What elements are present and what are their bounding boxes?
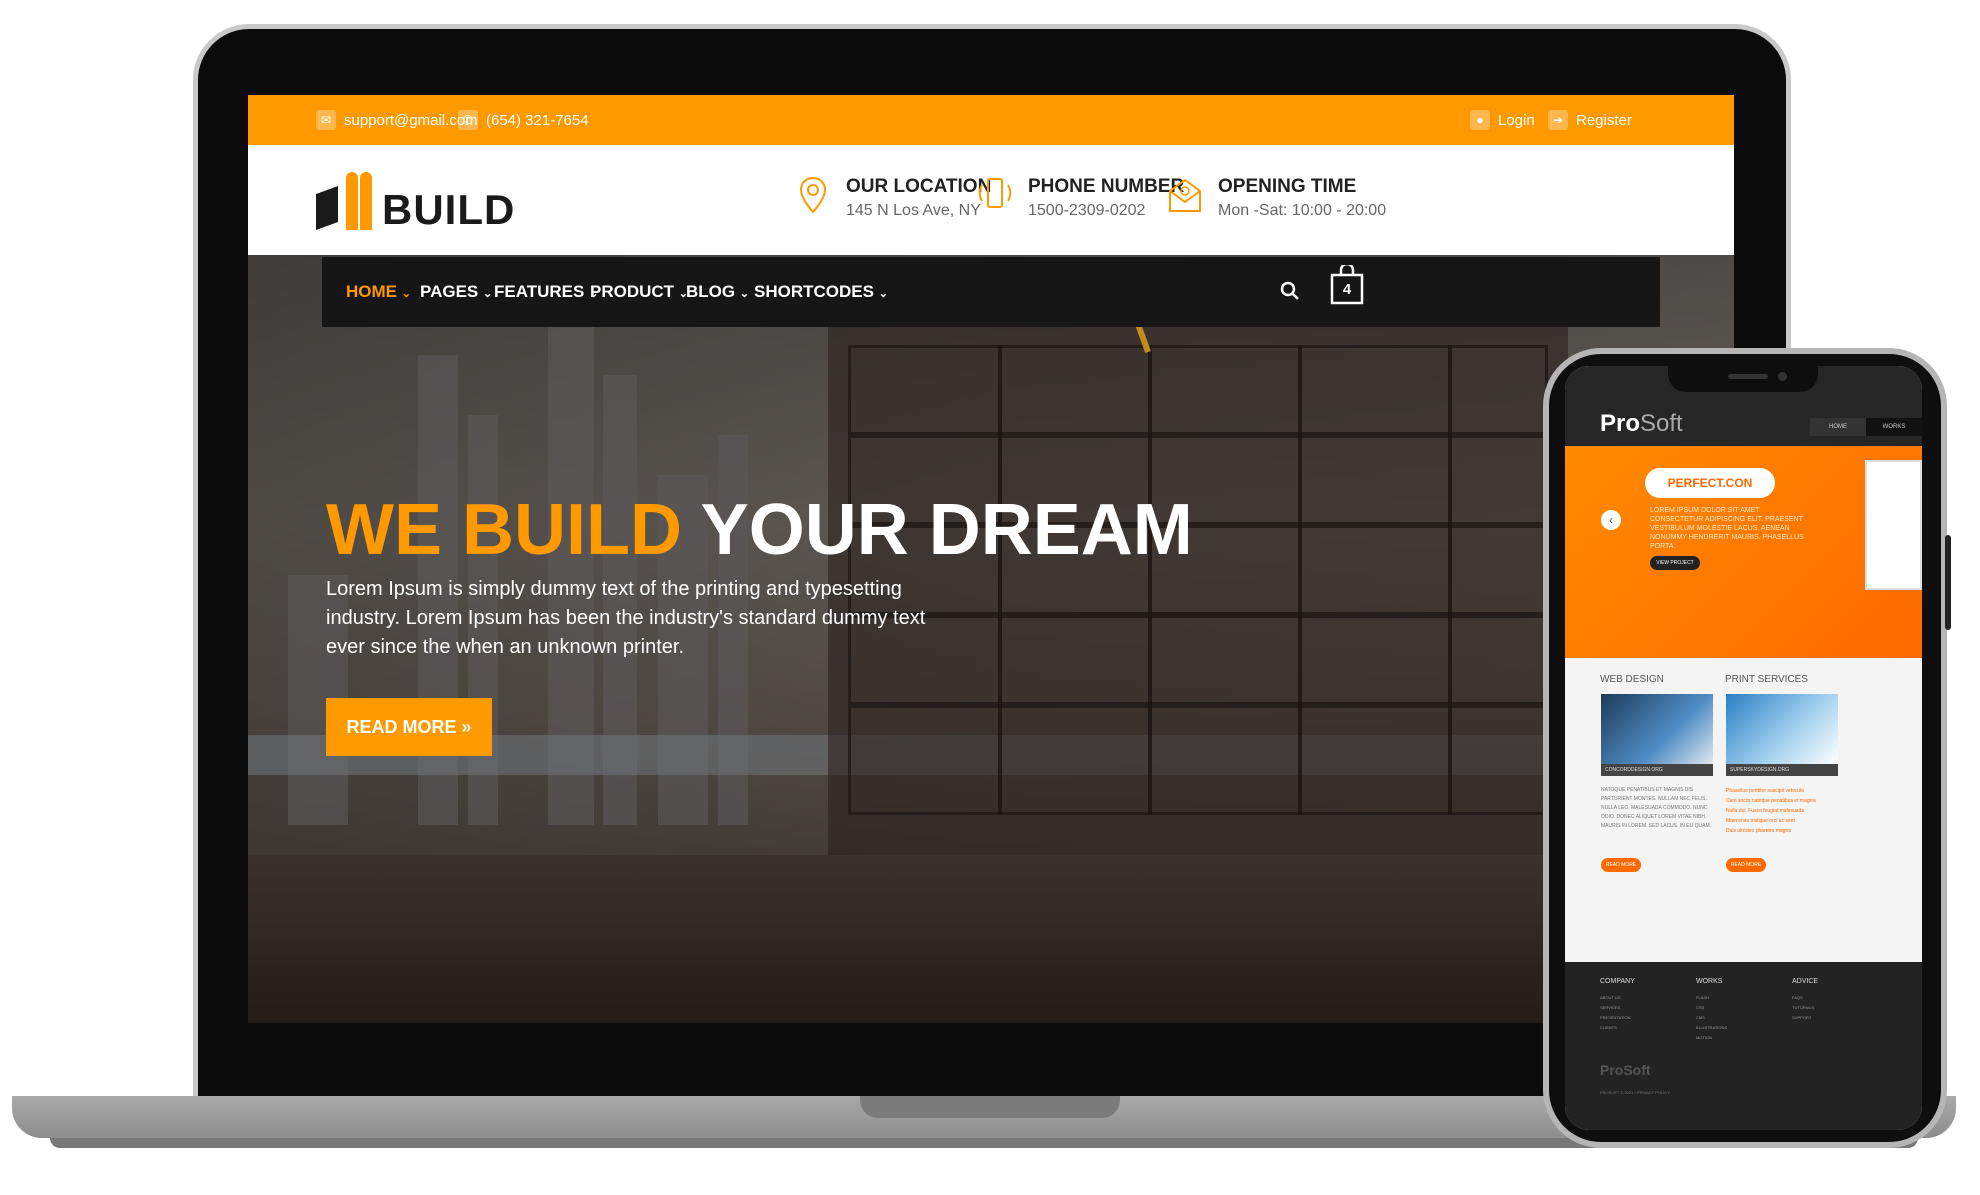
hero-title-accent: WE BUILD (326, 490, 682, 570)
print-link[interactable]: Maecenas tristique orci ac sem (1726, 816, 1841, 826)
footer-link[interactable]: SUPPORT (1792, 1013, 1818, 1023)
laptop-screen: ✉ support@gmail.com ✆ (654) 321-7654 ● L… (248, 95, 1734, 1023)
web-design-read-more-button[interactable]: READ MORE (1601, 858, 1641, 872)
location-title: OUR LOCATION (846, 176, 992, 197)
login-link[interactable]: ● Login (1470, 95, 1535, 145)
nav-shortcodes[interactable]: SHORTCODES ⌄ (754, 257, 888, 327)
phone-number-title: PHONE NUMBER (1028, 176, 1185, 197)
footer-link[interactable]: CSS (1696, 1003, 1727, 1013)
perfect-con-badge: PERFECT.CON (1645, 468, 1775, 498)
camera-icon (1778, 372, 1787, 381)
hero-description: Lorem Ipsum is simply dummy text of the … (326, 578, 926, 658)
laptop-trackpad-notch (860, 1096, 1120, 1118)
cart-count: 4 (1342, 281, 1352, 298)
opening-time-info: OPENING TIME Mon -Sat: 10:00 - 20:00 (1168, 175, 1386, 223)
top-contact-bar: ✉ support@gmail.com ✆ (654) 321-7654 ● L… (248, 95, 1734, 145)
shopping-bag-icon[interactable]: 4 (1330, 262, 1364, 305)
phone-info: PHONE NUMBER 1500-2309-0202 (978, 175, 1184, 223)
phone-screen: ProSoft HOME WORKS PERFECT.CON LOREM IPS… (1565, 366, 1922, 1130)
c4e-image (1726, 694, 1838, 764)
search-icon[interactable] (1280, 281, 1300, 306)
footer-link[interactable]: FAQS (1792, 993, 1818, 1003)
c4e-caption: SUPERSKYDESIGN.ORG (1726, 764, 1838, 776)
hero-title: WE BUILD YOUR DREAM (326, 485, 1193, 575)
footer-link[interactable]: PRESENTATION (1600, 1013, 1635, 1023)
concord-caption: CONCORDDESIGN.ORG (1601, 764, 1713, 776)
mobile-phone-icon (978, 175, 1012, 215)
location-value: 145 N Los Ave, NY (846, 202, 981, 219)
footer-link[interactable]: SERVICES (1600, 1003, 1635, 1013)
site-header: BUILD OUR LOCATION 145 N Los Ave, NY PHO… (248, 145, 1734, 255)
footer-link[interactable]: MOTION (1696, 1033, 1727, 1043)
print-link[interactable]: Duis ultricies pharetra magna (1726, 826, 1841, 836)
speaker-icon (1728, 374, 1768, 379)
prosoft-logo[interactable]: ProSoft (1600, 410, 1683, 438)
site-logo[interactable]: BUILD (316, 170, 516, 233)
footer-col-works: WORKS FLASH CSS CMS ILLUSTRATIONS MOTION (1696, 978, 1727, 1043)
print-services-read-more-button[interactable]: READ MORE (1726, 858, 1766, 872)
footer-link[interactable]: FLASH (1696, 993, 1727, 1003)
map-pin-icon (796, 175, 830, 215)
footer-col-company: COMPANY ABOUT US SERVICES PRESENTATION C… (1600, 978, 1635, 1033)
web-design-title: WEB DESIGN (1600, 674, 1664, 685)
hero-title-rest: YOUR DREAM (700, 490, 1193, 570)
nav-home[interactable]: HOME ⌄ (346, 257, 411, 327)
prosoft-footer: COMPANY ABOUT US SERVICES PRESENTATION C… (1565, 962, 1922, 1130)
main-navbar: HOME ⌄ PAGES ⌄ FEATURES ⌄ PRODUCT ⌄ BLOG… (322, 257, 1660, 327)
user-icon: ● (1470, 110, 1490, 130)
view-project-button[interactable]: VIEW PROJECT (1650, 556, 1700, 570)
opening-time-title: OPENING TIME (1218, 176, 1357, 197)
read-more-button[interactable]: READ MORE » (326, 698, 492, 756)
footer-link[interactable]: CLIENTS (1600, 1023, 1635, 1033)
footer-link[interactable]: TUTORIALS (1792, 1003, 1818, 1013)
register-text: Register (1576, 111, 1632, 129)
banner-text: LOREM IPSUM DOLOR SIT AMET CONSECTETUR A… (1650, 507, 1804, 550)
print-services-links: Phasellus porttitor suscipit vehicula Cu… (1726, 786, 1841, 836)
footer-logo: ProSoft (1600, 1062, 1651, 1078)
register-link[interactable]: ➔ Register (1548, 95, 1632, 145)
location-info: OUR LOCATION 145 N Los Ave, NY (796, 175, 991, 223)
nav-pages[interactable]: PAGES ⌄ (420, 257, 492, 327)
footer-link[interactable]: CMS (1696, 1013, 1727, 1023)
footer-col-advice: ADVICE FAQS TUTORIALS SUPPORT (1792, 978, 1818, 1023)
nav-features[interactable]: FEATURES ⌄ (494, 257, 598, 327)
phone-side-button (1945, 535, 1951, 630)
building-logo-icon (316, 172, 376, 230)
print-link[interactable]: Cum sociis natoque penatibus et magnis (1726, 796, 1841, 806)
prosoft-tabs: HOME WORKS (1810, 418, 1922, 436)
phone-icon: ✆ (458, 110, 478, 130)
phone-notch (1668, 366, 1818, 392)
nav-product[interactable]: PRODUCT ⌄ (590, 257, 688, 327)
opening-time-value: Mon -Sat: 10:00 - 20:00 (1218, 202, 1387, 219)
envelope-open-icon (1168, 175, 1202, 215)
footer-link[interactable]: ILLUSTRATIONS (1696, 1023, 1727, 1033)
footer-copyright: PROSOFT © 2021 • PRIVACY POLICY (1600, 1090, 1670, 1095)
print-services-title: PRINT SERVICES (1725, 674, 1808, 685)
email-link[interactable]: ✉ support@gmail.com (316, 95, 478, 145)
phone-text: (654) 321-7654 (486, 111, 589, 129)
concord-image (1601, 694, 1713, 764)
prosoft-tab-home[interactable]: HOME (1810, 418, 1866, 436)
login-text: Login (1498, 111, 1535, 129)
phone-number-value: 1500-2309-0202 (1028, 202, 1146, 219)
prosoft-banner: PERFECT.CON LOREM IPSUM DOLOR SIT AMET C… (1565, 446, 1922, 658)
footer-link[interactable]: ABOUT US (1600, 993, 1635, 1003)
web-design-text: NATOQUE PENATIBUS ET MAGNIS DIS PARTURIE… (1601, 787, 1712, 829)
logo-text: BUILD (382, 186, 516, 233)
prosoft-tab-works[interactable]: WORKS (1866, 418, 1922, 436)
banner-screenshot-image (1865, 460, 1922, 590)
slider-prev-icon[interactable]: ‹ (1601, 510, 1621, 530)
print-link[interactable]: Nulla dui. Fusce feugiat malesuada (1726, 806, 1841, 816)
phone-link[interactable]: ✆ (654) 321-7654 (458, 95, 589, 145)
envelope-icon: ✉ (316, 110, 336, 130)
sign-in-icon: ➔ (1548, 110, 1568, 130)
nav-blog[interactable]: BLOG ⌄ (686, 257, 749, 327)
print-link[interactable]: Phasellus porttitor suscipit vehicula (1726, 786, 1841, 796)
